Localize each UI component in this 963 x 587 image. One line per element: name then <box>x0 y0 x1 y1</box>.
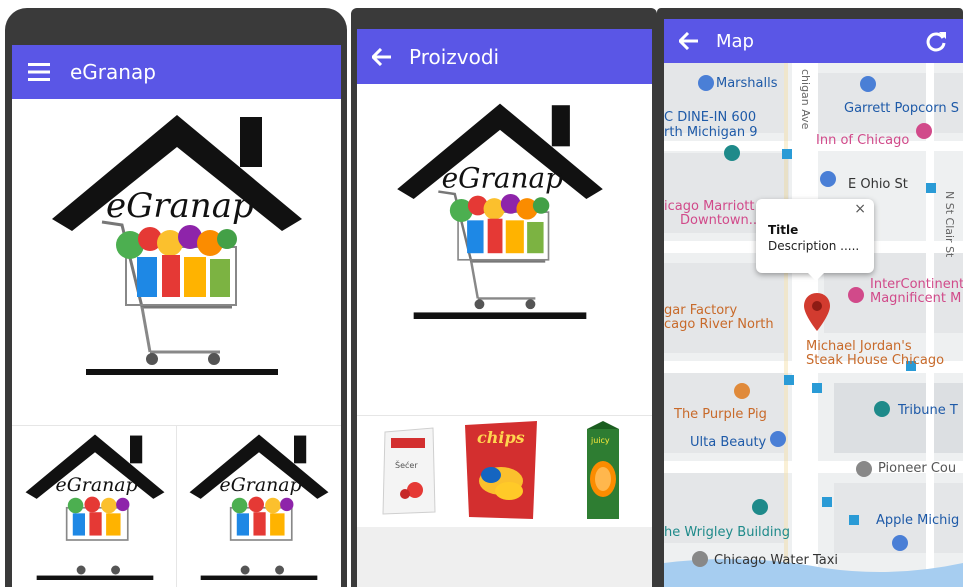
map-label-interconti2: Magnificent M <box>870 291 962 306</box>
shopping-pin-icon[interactable] <box>860 76 876 92</box>
grid-item-logo[interactable]: eGranap <box>20 430 170 580</box>
product-chips-label: chips <box>477 428 525 447</box>
map-label-garrett: Garrett Popcorn S <box>844 101 959 116</box>
menu-icon[interactable] <box>26 59 52 85</box>
pin-icon[interactable] <box>724 145 740 161</box>
logo-text: eGranap <box>442 161 564 194</box>
map-label-innchicago: Inn of Chicago <box>816 133 910 148</box>
shopping-pin-icon[interactable] <box>698 75 714 91</box>
logo-image: eGranap <box>42 107 312 377</box>
pin-icon[interactable] <box>820 171 836 187</box>
hotel-pin-icon[interactable] <box>916 123 932 139</box>
phone-map: Map Marshalls chigan Ave Garrett Popcorn… <box>657 8 963 587</box>
app-title: eGranap <box>70 60 156 84</box>
shopping-pin-icon[interactable] <box>770 431 786 447</box>
products-divider <box>357 415 652 416</box>
map-label-nstclair: N St Clair St <box>943 191 956 258</box>
map-label-marriott2: Downtown... <box>680 213 762 228</box>
map-label-sugar2: cago River North <box>664 317 774 332</box>
phone-home: eGranap eGranap eGranap eGranap <box>5 8 347 587</box>
app-bar: Proizvodi <box>357 29 652 84</box>
map-label-purplepig: The Purple Pig <box>674 407 767 422</box>
map-label-marriott1: icago Marriott <box>664 199 755 214</box>
map-label-pioneer: Pioneer Cou <box>878 461 957 476</box>
info-window-tail <box>808 273 824 281</box>
app-bar: Map <box>664 19 963 63</box>
map-label-wrigley: he Wrigley Building <box>664 525 791 540</box>
logo-text: eGranap <box>220 474 302 496</box>
hotel-pin-icon[interactable] <box>848 287 864 303</box>
screen-products: Proizvodi eGranap Šećer chips juicy <box>357 29 652 587</box>
grid-item-logo[interactable]: eGranap <box>184 430 334 580</box>
shopping-pin-icon[interactable] <box>892 535 908 551</box>
map-label-sugar1: gar Factory <box>664 303 738 318</box>
back-arrow-icon[interactable] <box>369 44 395 70</box>
app-title: Map <box>716 30 754 52</box>
location-marker-icon[interactable] <box>804 293 830 335</box>
logo-text: eGranap <box>56 474 138 496</box>
back-arrow-icon[interactable] <box>676 28 702 54</box>
map-label-ulta: Ulta Beauty <box>690 435 767 450</box>
map-label-jordan1: Michael Jordan's <box>806 339 912 354</box>
logo-image: eGranap <box>389 97 611 319</box>
phone-products: Proizvodi eGranap Šećer chips juicy <box>351 8 657 587</box>
close-icon[interactable]: × <box>854 201 866 217</box>
product-sugar-label: Šećer <box>395 459 418 470</box>
refresh-icon[interactable] <box>923 28 949 54</box>
map-label-tribune: Tribune T <box>898 403 958 418</box>
map-label-michigan: rth Michigan 9 <box>664 125 758 140</box>
pin-icon[interactable] <box>874 401 890 417</box>
product-juice-label: juicy <box>590 436 610 445</box>
map-label-street1: chigan Ave <box>799 69 812 130</box>
pin-icon[interactable] <box>856 461 872 477</box>
map-label-interconti1: InterContinent <box>870 277 963 292</box>
map-label-eohio: E Ohio St <box>848 177 908 192</box>
map-canvas[interactable]: Marshalls chigan Ave Garrett Popcorn S C DI… <box>664 63 963 587</box>
info-window-description: Description ..... <box>768 239 860 253</box>
grid-divider-vertical <box>176 426 177 587</box>
screen-home: eGranap eGranap eGranap eGranap <box>12 45 341 587</box>
map-label-apple: Apple Michig <box>876 513 960 528</box>
app-bar: eGranap <box>12 45 341 99</box>
products-empty-area <box>357 527 652 587</box>
product-juice[interactable]: juicy <box>585 421 621 521</box>
restaurant-pin-icon[interactable] <box>734 383 750 399</box>
info-window[interactable]: Title Description ..... × <box>756 199 874 281</box>
logo-text: eGranap <box>106 186 254 226</box>
app-title: Proizvodi <box>409 44 500 69</box>
map-label-marshalls: Marshalls <box>716 76 778 91</box>
pin-icon[interactable] <box>752 499 768 515</box>
screen-map: Map Marshalls chigan Ave Garrett Popcorn… <box>664 19 963 587</box>
map-label-dinein: C DINE-IN 600 <box>664 110 757 125</box>
map-label-watertaxi: Chicago Water Taxi <box>714 553 839 568</box>
pin-icon[interactable] <box>692 551 708 567</box>
map-label-jordan2: Steak House Chicago <box>806 353 945 368</box>
product-sugar[interactable]: Šećer <box>379 424 439 519</box>
product-chips[interactable]: chips <box>461 419 541 522</box>
info-window-title: Title <box>768 223 799 237</box>
